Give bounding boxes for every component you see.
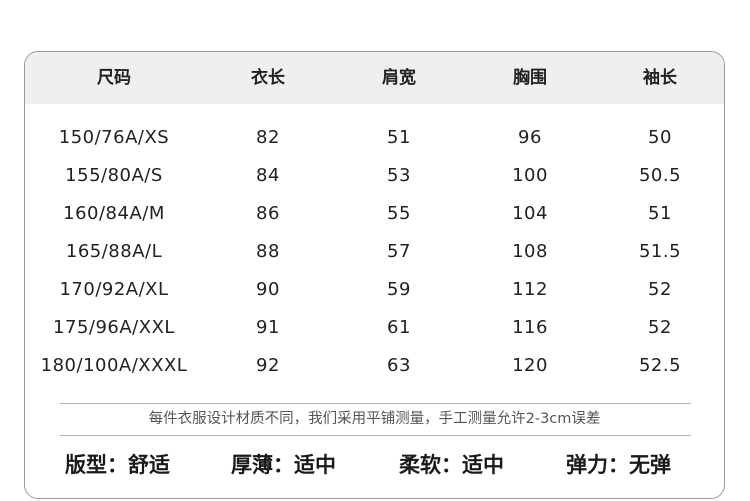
cell-size: 150/76A/XS [58,127,170,148]
property-elasticity: 弹力：无弹 [566,453,671,477]
cell-size: 175/96A/XXL [53,317,175,338]
cell-sleeve: 52 [648,317,672,338]
measurement-note: 每件衣服设计材质不同，我们采用平铺测量，手工测量允许2-3cm误差 [148,411,601,427]
size-chart-card: 尺码 衣长 肩宽 胸围 袖长 150/76A/XS 82 51 96 50 15… [24,51,725,499]
cell-sleeve: 51.5 [638,241,682,262]
cell-sleeve: 50 [648,127,672,148]
cell-sleeve: 52 [648,279,672,300]
table-row: 155/80A/S 84 53 100 50.5 [25,157,724,195]
cell-size: 170/92A/XL [59,279,169,300]
property-thickness: 厚薄：适中 [231,453,336,477]
header-sleeve: 袖长 [643,68,677,88]
table-row: 180/100A/XXXL 92 63 120 52.5 [25,347,724,385]
table-row: 150/76A/XS 82 51 96 50 [25,119,724,157]
table-row: 170/92A/XL 90 59 112 52 [25,271,724,309]
cell-sleeve: 51 [648,203,672,224]
cell-size: 165/88A/L [65,241,163,262]
table-header: 尺码 衣长 肩宽 胸围 袖长 [25,52,724,104]
header-size: 尺码 [97,68,131,88]
header-chest: 胸围 [513,68,547,88]
property-softness: 柔软：适中 [399,453,504,477]
cell-size: 155/80A/S [65,165,163,186]
header-length: 衣长 [251,68,285,88]
note-bottom-divider [60,435,691,436]
property-fit: 版型：舒适 [65,453,170,477]
table-row: 160/84A/M 86 55 104 51 [25,195,724,233]
table-row: 175/96A/XXL 91 61 116 52 [25,309,724,347]
cell-sleeve: 50.5 [638,165,682,186]
table-row: 165/88A/L 88 57 108 51.5 [25,233,724,271]
cell-size: 180/100A/XXXL [40,355,188,376]
header-shoulder: 肩宽 [382,68,416,88]
cell-size: 160/84A/M [63,203,165,224]
cell-sleeve: 52.5 [638,355,682,376]
